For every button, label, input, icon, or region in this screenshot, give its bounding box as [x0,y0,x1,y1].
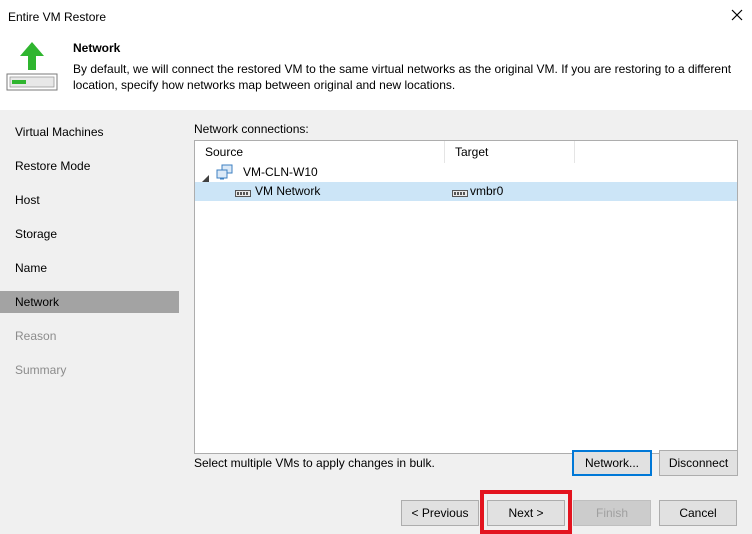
sidebar-item-summary: Summary [0,359,179,381]
sidebar-item-reason: Reason [0,325,179,347]
sidebar-item-network[interactable]: Network [0,291,179,313]
next-button-highlight [480,490,572,534]
close-button[interactable] [724,4,750,28]
sidebar-item-label: Host [15,193,40,207]
previous-button[interactable]: < Previous [401,500,479,526]
column-header-target[interactable]: Target [445,141,575,163]
network-icon [235,186,251,205]
finish-button: Finish [573,500,651,526]
network-icon [452,186,468,205]
title-bar: Entire VM Restore [0,0,752,32]
sidebar-item-label: Network [15,295,60,309]
sidebar-item-virtual-machines[interactable]: Virtual Machines [0,121,179,143]
sidebar-item-label: Virtual Machines [15,125,104,139]
disconnect-button[interactable]: Disconnect [659,450,738,476]
network-connections-label: Network connections: [194,122,309,136]
network-mapping-grid[interactable]: Source Target VM-CLN-W10 VM Network vmbr… [194,140,738,454]
step-description: By default, we will connect the restored… [73,62,732,92]
wizard-steps-sidebar: Virtual Machines Restore Mode Host Stora… [0,110,179,487]
target-network: vmbr0 [470,184,504,198]
sidebar-item-host[interactable]: Host [0,189,179,211]
sidebar-item-label: Name [15,261,48,275]
network-mapping-row[interactable]: VM Network vmbr0 [195,182,737,201]
network-step-content: Network connections: Source Target VM-CL [179,110,752,487]
sidebar-item-label: Summary [15,363,67,377]
network-button[interactable]: Network... [572,450,652,476]
step-title: Network [73,41,121,55]
sidebar-item-storage[interactable]: Storage [0,223,179,245]
vm-name: VM-CLN-W10 [243,165,318,179]
restore-up-arrow-icon [6,40,58,92]
vm-group-icon [216,164,233,183]
sidebar-item-label: Reason [15,329,57,343]
source-network: VM Network [255,184,321,198]
sidebar-item-name[interactable]: Name [0,257,179,279]
column-header-source[interactable]: Source [195,141,445,163]
grid-header: Source Target [195,141,737,163]
cancel-button[interactable]: Cancel [659,500,737,526]
bulk-hint: Select multiple VMs to apply changes in … [194,456,435,470]
step-header: Network By default, we will connect the … [0,32,752,110]
vm-tree-row[interactable]: VM-CLN-W10 [195,163,737,182]
sidebar-item-label: Storage [15,227,58,241]
close-icon [731,9,743,21]
entire-vm-restore-dialog: Entire VM Restore Network By default, we… [0,0,752,534]
sidebar-item-restore-mode[interactable]: Restore Mode [0,155,179,177]
wizard-footer: < Previous Next > Finish Cancel [0,487,752,534]
sidebar-item-label: Restore Mode [15,159,91,173]
window-title: Entire VM Restore [8,10,107,24]
